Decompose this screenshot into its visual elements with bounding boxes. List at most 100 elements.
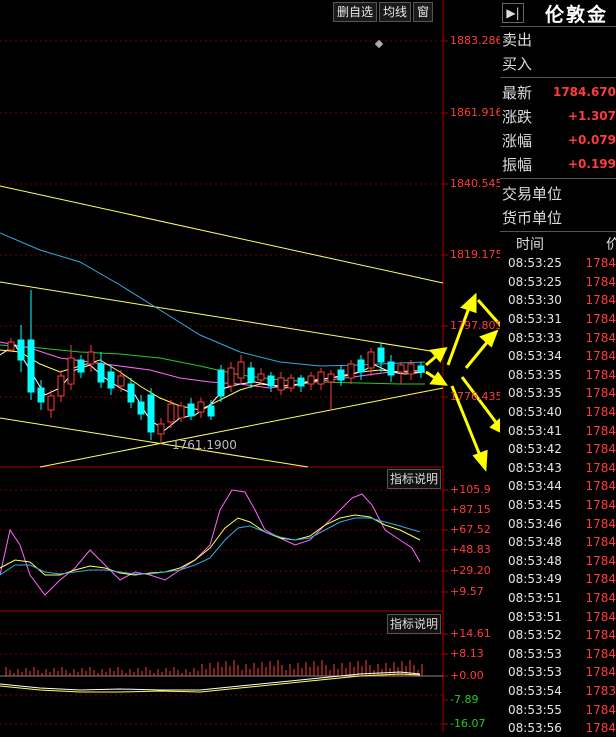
ticks-time-header: 时间	[516, 237, 544, 253]
tick-price: 1784	[585, 386, 616, 401]
price-axis-label: 1797.805	[450, 319, 503, 332]
tick-price: 1784	[585, 460, 616, 475]
ma60-line	[0, 232, 426, 367]
tick-time: 08:53:46	[508, 516, 562, 531]
candle-body	[127, 383, 135, 403]
tick-row[interactable]: 08:53:43 1784	[500, 459, 616, 478]
tick-row[interactable]: 08:53:35 1784	[500, 366, 616, 385]
candle	[127, 378, 135, 408]
moving-average-button[interactable]: 均线	[379, 2, 412, 22]
tick-row[interactable]: 08:53:33 1784	[500, 328, 616, 347]
indicator2-tick: -16.07	[450, 717, 486, 730]
candle-body	[307, 375, 315, 385]
candle	[307, 372, 315, 390]
tick-price: 1784	[585, 702, 616, 717]
indicator1-help-button[interactable]: 指标说明	[387, 469, 441, 489]
candle-body	[197, 401, 205, 413]
currency-label: 货币单位	[502, 208, 563, 227]
tick-price: 1784	[585, 516, 616, 531]
tick-price: 1784	[585, 479, 616, 494]
tick-price: 1784	[585, 367, 616, 382]
change-row: 涨跌 +1.307	[500, 104, 616, 128]
tick-row[interactable]: 08:53:48 1784	[500, 552, 616, 571]
collapse-arrow-icon[interactable]: ▶|	[502, 3, 524, 23]
divider	[500, 231, 616, 232]
tick-row[interactable]: 08:53:41 1784	[500, 421, 616, 440]
tick-row[interactable]: 08:53:44 1784	[500, 477, 616, 496]
tick-row[interactable]: 08:53:42 1784	[500, 440, 616, 459]
chart-area[interactable]: 删自选 均线 窗 1883.286 1861.916 1840.545 1819…	[0, 0, 503, 732]
tick-row[interactable]: 08:53:34 1784	[500, 347, 616, 366]
candle	[17, 325, 25, 372]
indicator2-help-button[interactable]: 指标说明	[387, 614, 441, 634]
candle	[347, 360, 355, 384]
tick-row[interactable]: 08:53:49 1784	[500, 570, 616, 589]
candle-body	[357, 359, 365, 373]
candle	[267, 372, 275, 392]
tick-row[interactable]: 08:53:55 1784	[500, 700, 616, 719]
tick-row[interactable]: 08:53:51 1784	[500, 607, 616, 626]
tick-list[interactable]: 08:53:25 1784 08:53:25 1784 08:53:30 1784 08:5…	[500, 254, 616, 737]
tick-row[interactable]: 08:53:51 1784	[500, 589, 616, 608]
tick-time: 08:53:56	[508, 721, 562, 736]
quote-panel: ▶| 伦敦金 卖出 买入 最新 1784.670 涨跌 +1.307 涨幅 +0.07…	[500, 0, 616, 735]
tick-row[interactable]: 08:53:53 1784	[500, 644, 616, 663]
candle	[197, 398, 205, 418]
candle-body	[27, 339, 35, 393]
tick-row[interactable]: 08:53:46 1784	[500, 514, 616, 533]
tick-row[interactable]: 08:53:35 1784	[500, 384, 616, 403]
tick-row[interactable]: 08:53:52 1784	[500, 626, 616, 645]
tick-price: 1784	[585, 721, 616, 736]
amplitude-value: +0.199	[567, 157, 616, 171]
candle	[287, 374, 295, 392]
change-label: 涨跌	[502, 107, 533, 126]
indicator1-pink-line	[0, 489, 421, 596]
delete-watchlist-button[interactable]: 删自选	[333, 2, 378, 22]
candlesticks[interactable]	[7, 290, 425, 444]
candle	[377, 342, 385, 372]
unit-label: 交易单位	[502, 184, 563, 203]
tick-time: 08:53:52	[508, 628, 562, 643]
indicator1-lines	[0, 489, 421, 596]
candle	[147, 388, 155, 440]
tick-price: 1784	[585, 498, 616, 513]
channel-upper-line	[0, 185, 444, 284]
tick-row[interactable]: 08:53:30 1784	[500, 291, 616, 310]
tick-row[interactable]: 08:53:48 1784	[500, 533, 616, 552]
tick-row[interactable]: 08:53:56 1784	[500, 719, 616, 737]
tick-time: 08:53:35	[508, 386, 562, 401]
tick-price: 1784	[585, 349, 616, 364]
moving-averages	[0, 232, 426, 431]
candle-body	[257, 373, 265, 381]
divider	[500, 77, 616, 78]
tick-price: 1783	[585, 683, 616, 698]
tick-price: 1784	[585, 553, 616, 568]
tick-time: 08:53:25	[508, 274, 562, 289]
tick-time: 08:53:43	[508, 460, 562, 475]
candle	[417, 362, 425, 378]
candle-body	[267, 375, 275, 387]
indicator2-tick: +8.13	[450, 647, 484, 660]
candle-body	[367, 351, 375, 369]
tick-time: 08:53:31	[508, 312, 562, 327]
last-price-row: 最新 1784.670	[500, 80, 616, 104]
candle	[27, 290, 35, 400]
candle-body	[277, 377, 285, 391]
indicator1-tick: +105.9	[450, 483, 491, 496]
tick-row[interactable]: 08:53:25 1784	[500, 273, 616, 292]
price-axis-label: 1861.916	[450, 106, 503, 119]
candle-body	[187, 403, 195, 417]
tick-time: 08:53:53	[508, 646, 562, 661]
tick-price: 1784	[585, 405, 616, 420]
tick-row[interactable]: 08:53:25 1784	[500, 254, 616, 273]
candle	[7, 338, 15, 352]
window-button[interactable]: 窗	[413, 2, 434, 22]
tick-row[interactable]: 08:53:31 1784	[500, 310, 616, 329]
tick-price: 1784	[585, 274, 616, 289]
candle	[367, 348, 375, 376]
tick-row[interactable]: 08:53:54 1783	[500, 682, 616, 701]
tick-row[interactable]: 08:53:45 1784	[500, 496, 616, 515]
candle	[327, 370, 335, 410]
tick-row[interactable]: 08:53:40 1784	[500, 403, 616, 422]
tick-row[interactable]: 08:53:53 1784	[500, 663, 616, 682]
